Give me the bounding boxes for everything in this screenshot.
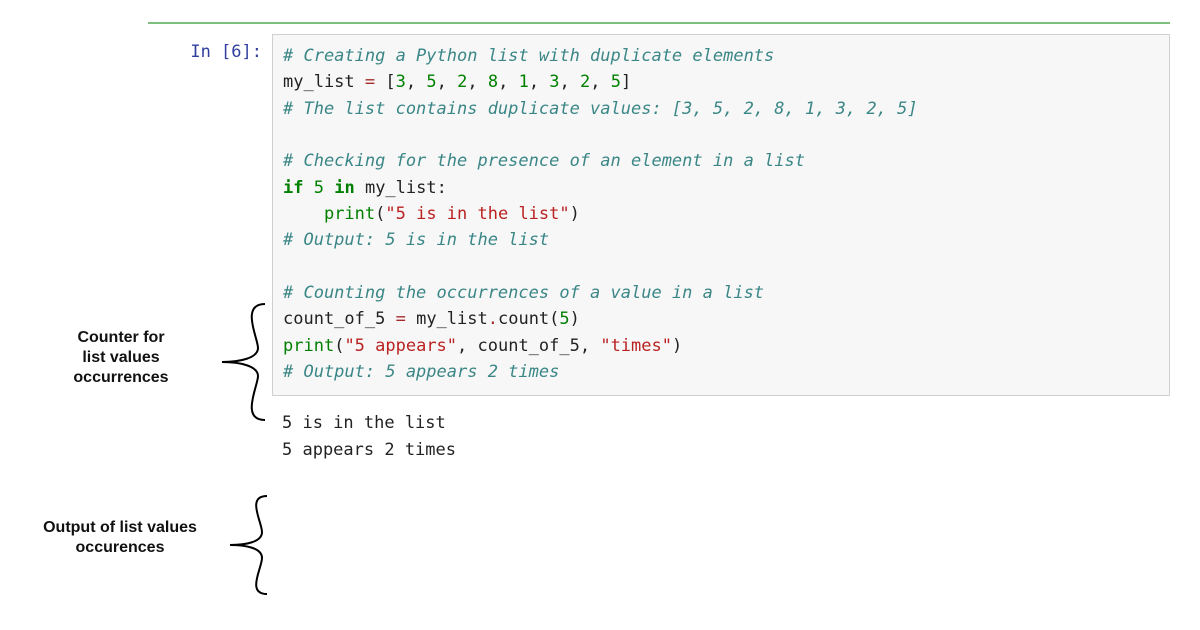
code-keyword: in xyxy=(334,178,354,198)
code-op: . xyxy=(488,309,498,329)
code-text: ) xyxy=(672,336,682,356)
brace-icon xyxy=(210,298,272,426)
code-text: , xyxy=(560,72,580,92)
code-text: my_list: xyxy=(355,178,447,198)
annotation-text: Output of list values xyxy=(20,518,220,538)
code-text: , xyxy=(590,72,610,92)
code-text: ) xyxy=(570,204,580,224)
code-num: 8 xyxy=(488,72,498,92)
code-text: ] xyxy=(621,72,631,92)
code-comment: # Creating a Python list with duplicate … xyxy=(283,46,774,66)
code-text: ( xyxy=(334,336,344,356)
code-num: 1 xyxy=(519,72,529,92)
code-comment: # Output: 5 is in the list xyxy=(283,230,549,250)
code-num: 5 xyxy=(426,72,436,92)
code-text: , xyxy=(437,72,457,92)
code-output-area: 5 is in the list 5 appears 2 times xyxy=(272,396,1170,469)
code-comment: # Checking for the presence of an elemen… xyxy=(283,151,805,171)
code-text: , xyxy=(529,72,549,92)
code-text xyxy=(303,178,313,198)
code-comment: # Output: 5 appears 2 times xyxy=(283,362,559,382)
annotation-text: Counter for xyxy=(36,328,206,348)
code-text: my_list xyxy=(283,72,365,92)
output-line: 5 appears 2 times xyxy=(282,440,456,460)
code-text: count_of_5 xyxy=(283,309,396,329)
output-row: 5 is in the list 5 appears 2 times xyxy=(148,396,1170,469)
code-text: , xyxy=(406,72,426,92)
code-text: , count_of_5, xyxy=(457,336,600,356)
notebook-cell: In [6]: # Creating a Python list with du… xyxy=(148,34,1170,469)
code-string: "5 is in the list" xyxy=(385,204,569,224)
input-prompt: In [6]: xyxy=(148,34,272,62)
annotation-output-label: Output of list values occurences xyxy=(20,518,220,558)
code-text: ) xyxy=(570,309,580,329)
code-string: "5 appears" xyxy=(344,336,457,356)
code-op: = xyxy=(365,72,375,92)
code-comment: # Counting the occurrences of a value in… xyxy=(283,283,764,303)
code-text: my_list xyxy=(406,309,488,329)
code-input-area[interactable]: # Creating a Python list with duplicate … xyxy=(272,34,1170,396)
code-num: 5 xyxy=(559,309,569,329)
code-num: 3 xyxy=(549,72,559,92)
code-text: [ xyxy=(375,72,395,92)
annotation-text: list values xyxy=(36,348,206,368)
code-string: "times" xyxy=(600,336,672,356)
code-text: count( xyxy=(498,309,559,329)
brace-icon xyxy=(222,490,272,600)
annotation-text: occurences xyxy=(20,538,220,558)
code-text xyxy=(324,178,334,198)
code-num: 3 xyxy=(396,72,406,92)
code-text: , xyxy=(498,72,518,92)
code-num: 2 xyxy=(457,72,467,92)
code-builtin: print xyxy=(283,336,334,356)
annotation-text: occurrences xyxy=(36,368,206,388)
code-builtin: print xyxy=(324,204,375,224)
input-row: In [6]: # Creating a Python list with du… xyxy=(148,34,1170,396)
code-text: ( xyxy=(375,204,385,224)
cell-top-divider xyxy=(148,22,1170,24)
code-comment: # The list contains duplicate values: [3… xyxy=(283,99,918,119)
code-num: 2 xyxy=(580,72,590,92)
code-text: , xyxy=(467,72,487,92)
output-line: 5 is in the list xyxy=(282,413,446,433)
code-num: 5 xyxy=(314,178,324,198)
code-keyword: if xyxy=(283,178,303,198)
code-op: = xyxy=(396,309,406,329)
annotation-counter-label: Counter for list values occurrences xyxy=(36,328,206,388)
code-num: 5 xyxy=(611,72,621,92)
code-indent xyxy=(283,204,324,224)
